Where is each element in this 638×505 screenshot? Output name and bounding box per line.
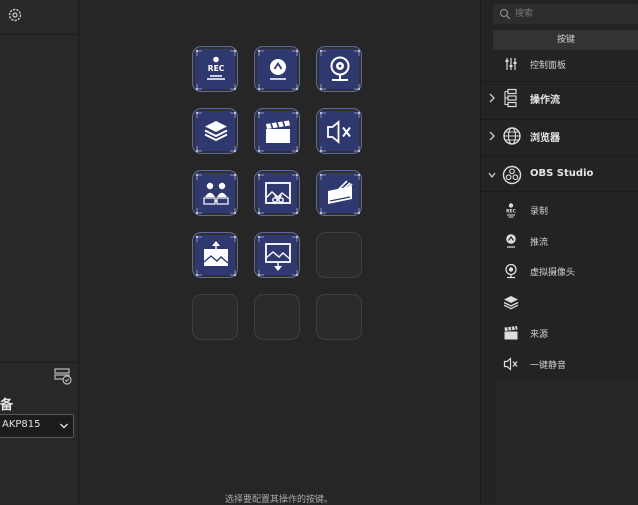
scene-move-up-icon xyxy=(195,235,237,277)
divider xyxy=(481,156,638,157)
layers-icon xyxy=(503,296,519,310)
tab-keys[interactable]: 按键 xyxy=(493,30,638,50)
mute-icon xyxy=(319,111,361,153)
control-panel-item[interactable]: 控制面板 xyxy=(481,51,638,77)
obs-item-stream[interactable]: 推流 xyxy=(481,228,638,254)
key-slot[interactable] xyxy=(192,294,238,340)
key-slot[interactable] xyxy=(316,294,362,340)
chevron-right-icon xyxy=(489,93,495,103)
key-slot[interactable] xyxy=(316,46,362,92)
obs-item-mute[interactable]: 一键静音 xyxy=(481,351,638,377)
divider xyxy=(0,362,78,363)
device-select-value: AKP815 xyxy=(2,419,41,430)
key-slot[interactable]: REC xyxy=(192,46,238,92)
svg-text:REC: REC xyxy=(506,209,517,215)
obs-item-label: 录制 xyxy=(530,207,549,217)
obs-item-record[interactable]: REC 录制 xyxy=(481,197,638,223)
search-icon xyxy=(499,8,511,20)
clapperboard-icon xyxy=(257,111,299,153)
obs-item-label: 虚拟摄像头 xyxy=(530,268,576,278)
obs-item-label: 一键静音 xyxy=(530,361,567,371)
obs-item-virtual-camera[interactable]: 虚拟摄像头 xyxy=(481,258,638,284)
key-slot[interactable] xyxy=(192,108,238,154)
clapperboard-icon xyxy=(504,326,518,340)
chevron-right-icon xyxy=(489,131,495,141)
settings-button[interactable] xyxy=(4,4,26,26)
key-slot[interactable] xyxy=(316,108,362,154)
key-slot[interactable] xyxy=(316,170,362,216)
obs-item-sources[interactable]: 来源 xyxy=(481,320,638,346)
divider xyxy=(481,191,638,192)
device-label: 备 xyxy=(0,398,14,413)
obs-item-layers[interactable] xyxy=(481,289,638,315)
key-canvas: REC 选择要配置其操作的按键。 xyxy=(79,0,479,505)
workflow-icon xyxy=(504,88,517,108)
transition-icon xyxy=(319,173,361,215)
rec-icon: REC xyxy=(506,203,517,218)
key-slot[interactable] xyxy=(192,232,238,278)
scene-move-down-icon xyxy=(257,235,299,277)
search-input[interactable] xyxy=(515,7,635,21)
category-label: OBS Studio xyxy=(530,168,594,179)
obs-item-label: 推流 xyxy=(530,238,549,248)
mute-icon xyxy=(503,357,518,371)
category-workflow[interactable]: 操作流 xyxy=(481,83,638,113)
sliders-icon xyxy=(505,58,517,70)
category-browser[interactable]: 浏览器 xyxy=(481,121,638,151)
scene-cut-icon xyxy=(257,173,299,215)
search-box xyxy=(493,4,638,24)
control-panel-label: 控制面板 xyxy=(530,61,567,71)
chevron-down-icon xyxy=(488,172,496,179)
key-slot[interactable] xyxy=(254,294,300,340)
category-obs-studio[interactable]: OBS Studio xyxy=(481,160,638,190)
divider xyxy=(0,34,78,35)
rec-icon: REC xyxy=(195,49,237,91)
hint-text: 选择要配置其操作的按键。 xyxy=(224,495,333,505)
divider xyxy=(481,81,638,82)
key-slot[interactable] xyxy=(254,108,300,154)
scene-switch-icon xyxy=(195,173,237,215)
category-label: 浏览器 xyxy=(530,133,560,144)
stream-icon xyxy=(506,234,516,248)
webcam-icon xyxy=(505,263,517,279)
category-label: 操作流 xyxy=(530,95,560,106)
device-select[interactable]: AKP815 xyxy=(0,414,74,438)
key-text: REC xyxy=(208,64,225,73)
device-settings-icon xyxy=(54,368,72,385)
key-slot[interactable] xyxy=(254,170,300,216)
globe-icon xyxy=(503,127,521,145)
key-slot[interactable] xyxy=(254,232,300,278)
divider xyxy=(481,119,638,120)
key-slot[interactable] xyxy=(254,46,300,92)
list-background xyxy=(495,380,638,504)
webcam-icon xyxy=(319,49,361,91)
key-slot[interactable] xyxy=(316,232,362,278)
left-panel: 备 AKP815 xyxy=(0,0,79,504)
action-panel: 按键 控制面板 操作流 浏览器 xyxy=(480,0,638,504)
stream-icon xyxy=(257,49,299,91)
layers-icon xyxy=(195,111,237,153)
obs-item-label: 来源 xyxy=(530,330,549,340)
chevron-down-icon xyxy=(60,423,68,429)
obs-logo-icon xyxy=(502,165,522,185)
device-settings-button[interactable] xyxy=(53,366,73,386)
gear-icon xyxy=(8,8,22,22)
key-slot[interactable] xyxy=(192,170,238,216)
